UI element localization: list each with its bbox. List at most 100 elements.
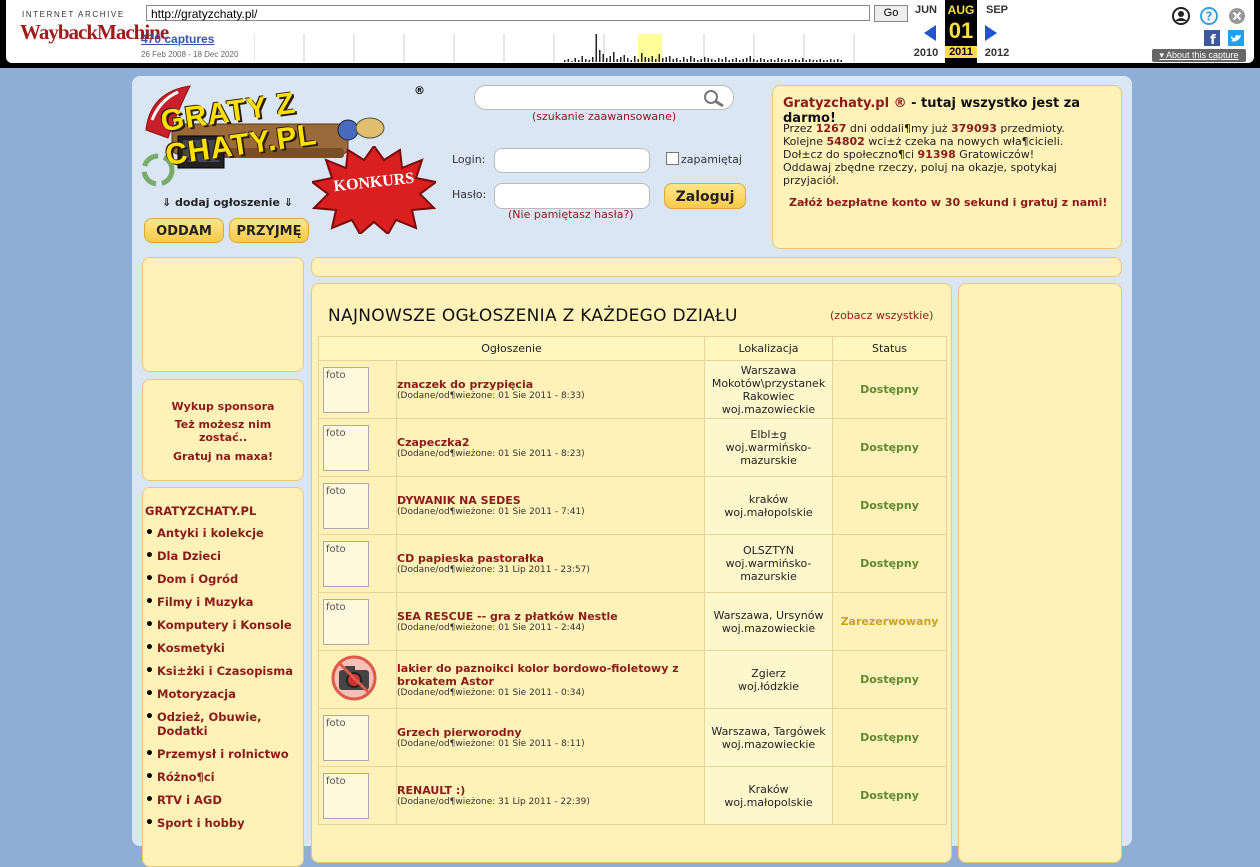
listing-photo[interactable]: foto [323,772,369,819]
category-item[interactable]: Przemysł i rolnictwo [145,747,295,761]
status-badge: Dostępny [860,789,919,802]
search-icon[interactable] [703,89,725,107]
listing-photo[interactable]: foto [323,424,369,471]
sponsor-line-3: Gratuj na maxa! [172,450,274,463]
listing-photo[interactable]: foto [323,540,369,587]
help-icon[interactable]: ? [1199,6,1219,26]
listing-title[interactable]: znaczek do przypięcia [397,378,704,391]
wayback-capture-sparkline[interactable] [254,34,906,62]
przyjme-button[interactable]: PRZYJMĘ [229,218,309,243]
password-field[interactable] [494,183,650,209]
wayback-go-button[interactable]: Go [874,5,908,22]
listing-title[interactable]: Czapeczka2 [397,436,704,449]
sparkline-bar [578,60,580,62]
close-icon[interactable] [1227,6,1247,26]
sparkline-bar [791,60,793,62]
login-button[interactable]: Zaloguj [664,183,746,209]
wayback-toolbar-inner: INTERNET ARCHIVE WaybackMachine http://g… [6,0,1254,63]
sparkline-bar [742,59,744,62]
table-row[interactable]: foto CD papieska pastorałka (Dodane/od¶w… [318,534,948,593]
table-row[interactable]: foto Grzech pierworodny (Dodane/od¶wieżo… [318,708,948,767]
wayback-prev-month[interactable]: JUN [910,4,942,16]
table-row[interactable]: foto znaczek do przypięcia (Dodane/od¶wi… [318,360,948,419]
info-text: przedmioty. [996,122,1065,135]
category-item[interactable]: RTV i AGD [145,793,295,807]
table-row[interactable]: foto DYWANIK NA SEDES (Dodane/od¶wieżone… [318,476,948,535]
category-item[interactable]: Różno¶ci [145,770,295,784]
category-item[interactable]: Odzież, Obuwie, Dodatki [145,710,295,738]
table-row[interactable]: foto RENAULT :) (Dodane/od¶wieżone: 31 L… [318,766,948,825]
listing-title[interactable]: Grzech pierworodny [397,726,704,739]
wayback-url-input[interactable]: http://gratyzchaty.pl/ [146,5,870,21]
listing-date: (Dodane/od¶wieżone: 01 Sie 2011 - 0:34) [397,687,585,698]
table-row[interactable]: foto SEA RESCUE -- gra z płatków Nestle … [318,592,948,651]
listing-title[interactable]: DYWANIK NA SEDES [397,494,704,507]
wayback-next-year[interactable]: 2012 [981,47,1013,59]
sponsor-box[interactable]: Wykup sponsora Też możesz nim zostać.. G… [142,379,304,481]
login-label: Login: [452,153,486,166]
wayback-about-label: About this capture [1165,50,1239,60]
forgot-password-link[interactable]: (Nie pamiętasz hasła?) [508,208,634,221]
category-item[interactable]: Motoryzacja [145,687,295,701]
facebook-icon[interactable]: f [1204,30,1220,46]
twitter-icon[interactable] [1228,30,1244,46]
search-input[interactable] [474,85,734,110]
listing-title[interactable]: SEA RESCUE -- gra z płatków Nestle [397,610,704,623]
category-item[interactable]: Ksi±żki i Czasopisma [145,664,295,678]
remember-me-checkbox[interactable]: zapamiętaj [666,152,742,166]
no-photo-camera-icon[interactable] [331,655,377,701]
sparkline-bar [571,61,573,62]
wayback-toolbar: INTERNET ARCHIVE WaybackMachine http://g… [0,0,1260,68]
checkbox-box[interactable] [666,152,679,165]
sparkline-bar [770,59,772,62]
sparkline-bar [606,58,608,62]
category-item[interactable]: Kosmetyki [145,641,295,655]
listing-title[interactable]: lakier do paznoikci kolor bordowo-fiolet… [397,662,704,688]
listing-photo[interactable]: foto [323,714,369,761]
wayback-prev-arrow-icon[interactable] [924,25,936,41]
sparkline-bar [581,56,583,62]
wayback-captures-link[interactable]: 470 captures [141,32,214,46]
location-line: Kraków [748,782,789,796]
info-items-count: 379093 [950,122,997,135]
status-badge: Dostępny [860,499,919,512]
category-item[interactable]: Sport i hobby [145,816,295,830]
sparkline-bar [567,59,569,62]
category-item[interactable]: Filmy i Muzyka [145,595,295,609]
info-text: Gratowiczów! [955,148,1035,161]
wayback-prev-year[interactable]: 2010 [910,47,942,59]
sparkline-bar [609,56,611,62]
see-all-link[interactable]: (zobacz wszystkie) [830,309,933,322]
category-item[interactable]: Antyki i kolekcje [145,526,295,540]
listing-cell: RENAULT :) (Dodane/od¶wieżone: 31 Lip 20… [395,766,706,825]
category-item[interactable]: Komputery i Konsole [145,618,295,632]
oddam-button[interactable]: ODDAM [144,218,224,243]
login-field[interactable] [494,148,650,173]
listing-photo[interactable]: foto [323,598,369,645]
sparkline-bar [711,59,713,62]
listing-photo[interactable]: foto [323,366,369,413]
table-row[interactable]: foto Czapeczka2 (Dodane/od¶wieżone: 01 S… [318,418,948,477]
sparkline-bar [725,57,727,62]
wayback-next-month[interactable]: SEP [981,4,1013,16]
advanced-search-link[interactable]: (szukanie zaawansowane) [532,110,676,123]
categories-title[interactable]: GRATYZCHATY.PL [145,504,256,518]
sparkline-bar [672,59,674,62]
register-link[interactable]: Załóż bezpłatne konto [789,196,927,209]
listing-title[interactable]: CD papieska pastorałka [397,552,704,565]
listing-date: (Dodane/od¶wieżone: 01 Sie 2011 - 8:23) [397,449,585,459]
listing-photo[interactable]: foto [323,482,369,529]
sparkline-bar [599,50,601,62]
wayback-about-capture[interactable]: ▾ About this capture [1152,49,1246,62]
table-row[interactable]: lakier do paznoikci kolor bordowo-fiolet… [318,650,948,709]
location-cell: OLSZTYN woj.warmińsko-mazurskie [704,534,834,593]
wayback-next-arrow-icon[interactable] [985,25,997,41]
user-icon[interactable] [1171,6,1191,26]
category-item[interactable]: Dom i Ogród [145,572,295,586]
location-line: woj.małopolskie [724,795,813,809]
sparkline-bar [802,58,804,62]
top-strip [311,257,1122,277]
listing-title[interactable]: RENAULT :) [397,784,704,797]
location-cell: Warszawa, Targówek woj.mazowieckie [704,708,834,767]
category-item[interactable]: Dla Dzieci [145,549,295,563]
